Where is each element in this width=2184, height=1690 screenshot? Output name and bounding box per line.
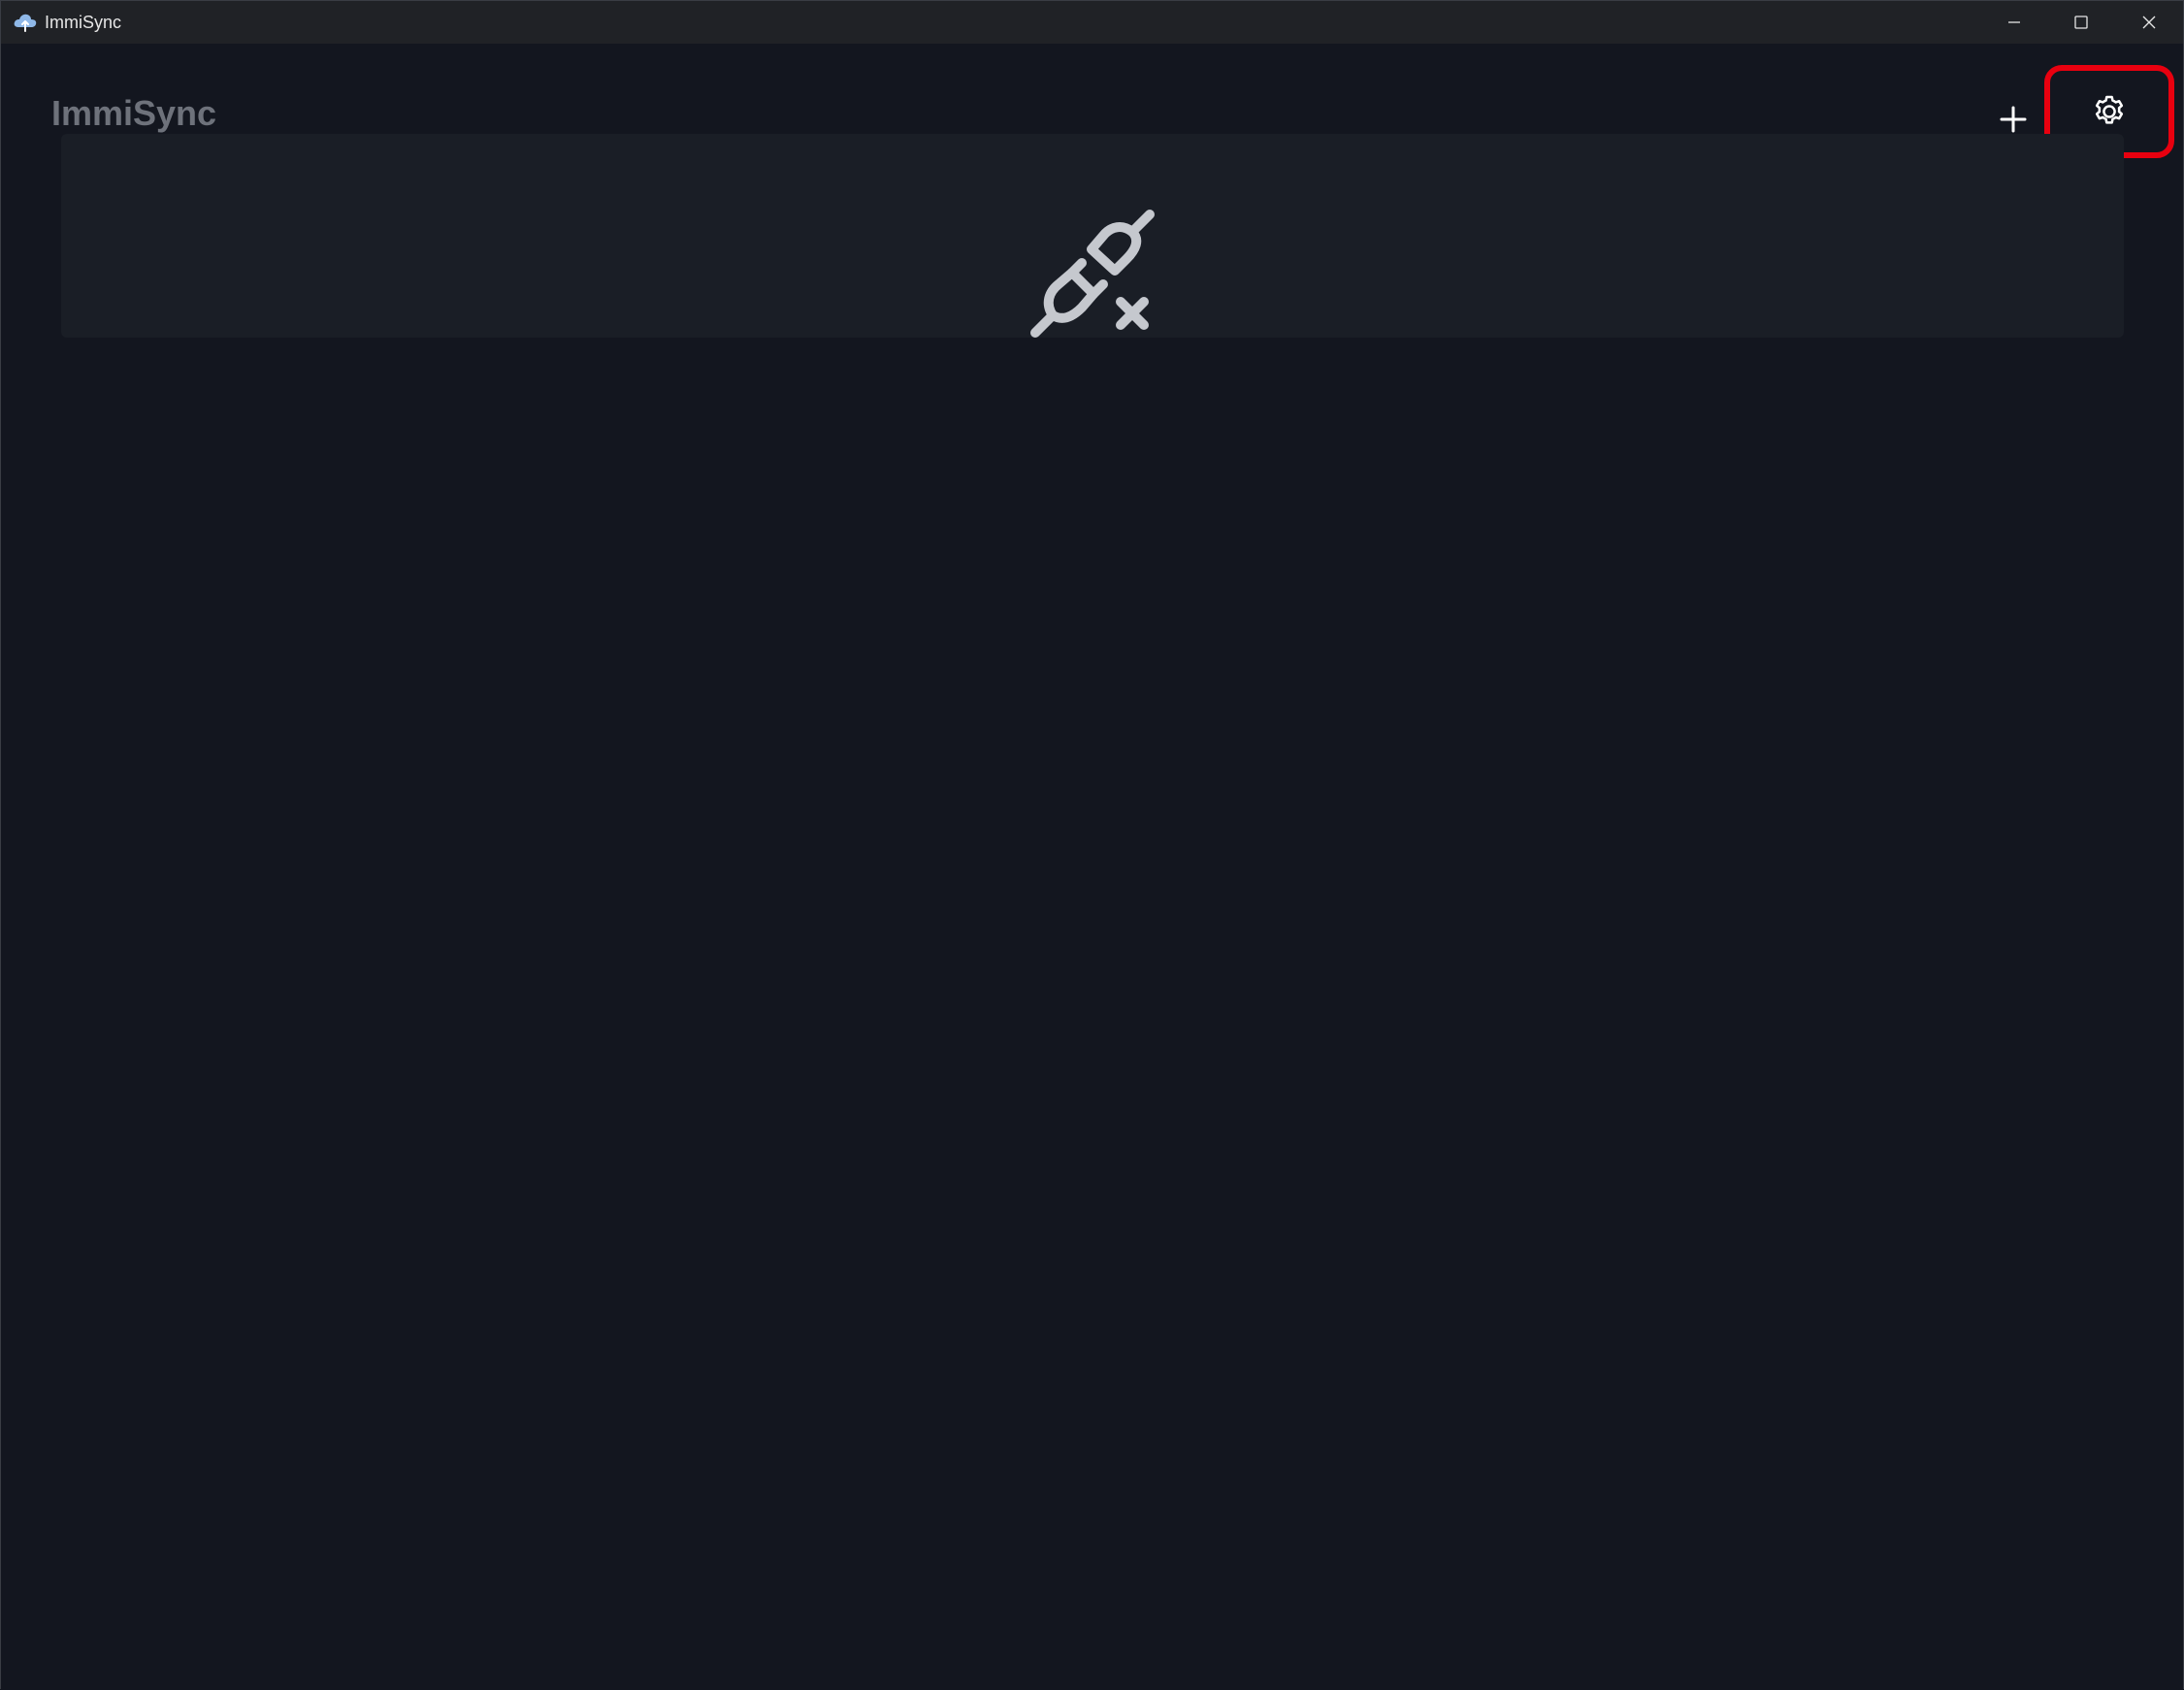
minimize-button[interactable] (1980, 1, 2048, 44)
app-header-title: ImmiSync (51, 93, 217, 133)
gear-icon (2095, 95, 2124, 124)
minimize-icon (2008, 21, 2020, 23)
plug-disconnected-icon (1030, 210, 1155, 338)
close-button[interactable] (2115, 1, 2183, 44)
plus-icon (2000, 106, 2027, 133)
app-window: ImmiSync ImmiSync (0, 0, 2184, 1690)
window-title: ImmiSync (45, 13, 122, 32)
cloud-upload-icon (14, 14, 37, 32)
title-bar[interactable]: ImmiSync (1, 1, 2183, 44)
maximize-icon (2074, 16, 2088, 29)
maximize-button[interactable] (2047, 1, 2115, 44)
close-icon (2142, 16, 2156, 29)
